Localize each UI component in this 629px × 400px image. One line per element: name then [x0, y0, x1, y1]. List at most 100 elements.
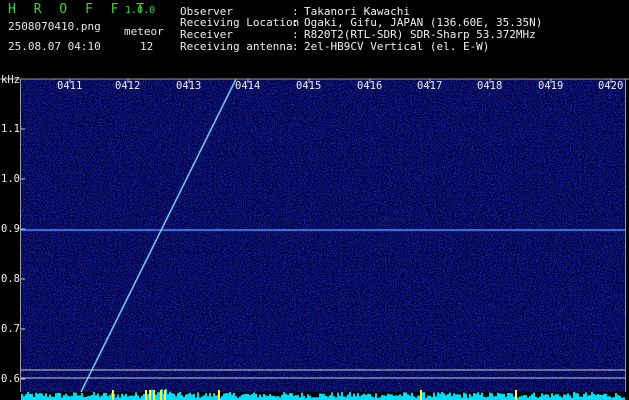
level-bar-segment [307, 394, 309, 400]
level-bar-segment [31, 393, 33, 400]
level-bar-segment [43, 395, 45, 400]
level-bar-segment [135, 392, 137, 400]
level-bar-segment [23, 396, 25, 400]
level-bar-segment [491, 393, 493, 400]
level-bar-segment [363, 393, 365, 400]
level-bar-segment [243, 394, 245, 400]
level-bar-segment [341, 392, 343, 400]
level-bar-segment [193, 393, 195, 400]
level-bar-segment [267, 396, 269, 400]
level-bar-segment [207, 396, 209, 400]
level-bar-segment [77, 395, 79, 400]
level-peak-marker [164, 390, 166, 400]
level-bar-segment [25, 394, 27, 400]
level-bar-segment [599, 394, 601, 400]
level-bar-segment [437, 392, 439, 400]
level-bar-segment [141, 395, 143, 400]
level-bar-segment [281, 394, 283, 400]
level-bar-segment [597, 393, 599, 400]
level-bar-segment [209, 392, 211, 400]
level-bar-segment [81, 393, 83, 400]
level-bar-segment [175, 396, 177, 400]
level-bar-segment [293, 396, 295, 400]
level-bar-segment [131, 395, 133, 400]
level-bar-segment [543, 395, 545, 400]
level-bar-segment [79, 395, 81, 400]
level-bar-segment [471, 396, 473, 400]
level-bar-segment [201, 396, 203, 400]
level-bar-segment [173, 393, 175, 400]
level-bar-segment [401, 396, 403, 400]
level-bar-segment [39, 393, 41, 400]
level-bar-segment [493, 396, 495, 400]
level-bar-segment [49, 394, 51, 400]
level-bar-segment [519, 396, 521, 400]
level-bar-segment [495, 396, 497, 400]
level-bar-segment [147, 394, 149, 400]
level-bar-segment [513, 396, 515, 400]
level-bar-segment [399, 394, 401, 400]
level-bar-segment [287, 394, 289, 400]
level-bar-segment [101, 395, 103, 400]
level-bar-segment [411, 392, 413, 400]
level-bar-segment [351, 396, 353, 400]
level-bar-segment [375, 393, 377, 400]
level-bar-segment [521, 395, 523, 400]
level-bar-segment [525, 395, 527, 400]
level-bar-segment [41, 393, 43, 400]
level-bar-segment [387, 393, 389, 400]
level-bar-segment [481, 392, 483, 400]
level-bar-segment [97, 393, 99, 400]
level-bar-segment [353, 393, 355, 400]
level-bar-segment [445, 395, 447, 400]
level-bar-segment [223, 393, 225, 400]
level-bar-segment [577, 393, 579, 400]
level-bar-segment [59, 392, 61, 400]
level-bar-segment [469, 394, 471, 400]
level-bar-segment [365, 394, 367, 400]
level-bar-segment [547, 394, 549, 400]
level-bar-segment [323, 393, 325, 400]
level-bar-segment [357, 393, 359, 400]
level-bar-segment [289, 393, 291, 400]
level-bar-segment [93, 392, 95, 400]
level-bar-segment [103, 392, 105, 400]
level-bar-segment [383, 395, 385, 400]
level-bar-segment [75, 392, 77, 400]
level-bar-segment [89, 395, 91, 400]
level-bar-segment [605, 393, 607, 400]
info-value-antenna: 2el-HB9CV Vertical (el. E-W) [304, 40, 490, 53]
level-bar-segment [321, 393, 323, 400]
level-bar-segment [55, 393, 57, 400]
level-bar-segment [105, 393, 107, 400]
level-peak-marker [112, 390, 114, 400]
level-bar-segment [585, 392, 587, 400]
level-bar-segment [381, 395, 383, 400]
level-bar-segment [273, 395, 275, 400]
level-bar-segment [567, 393, 569, 400]
level-bar-segment [259, 394, 261, 400]
level-bar-segment [245, 393, 247, 400]
level-bar-segment [579, 396, 581, 400]
level-bar-segment [241, 394, 243, 400]
level-bar-segment [345, 396, 347, 400]
level-bar-segment [109, 394, 111, 400]
level-bar-segment [265, 395, 267, 400]
level-peak-marker [218, 390, 220, 400]
level-bar-segment [439, 393, 441, 400]
level-bar-segment [269, 393, 271, 400]
level-bar-segment [603, 393, 605, 400]
level-bar-segment [171, 393, 173, 400]
level-bar-segment [531, 394, 533, 400]
level-bar-segment [347, 394, 349, 400]
level-bar-segment [509, 393, 511, 400]
level-bar-segment [487, 396, 489, 400]
level-bar-segment [551, 393, 553, 400]
level-bar-segment [255, 393, 257, 400]
level-bar-segment [455, 394, 457, 400]
level-bar-segment [575, 393, 577, 400]
level-bar-segment [123, 395, 125, 400]
level-bar-segment [533, 392, 535, 400]
level-bar-segment [337, 392, 339, 400]
level-bar-segment [63, 395, 65, 400]
